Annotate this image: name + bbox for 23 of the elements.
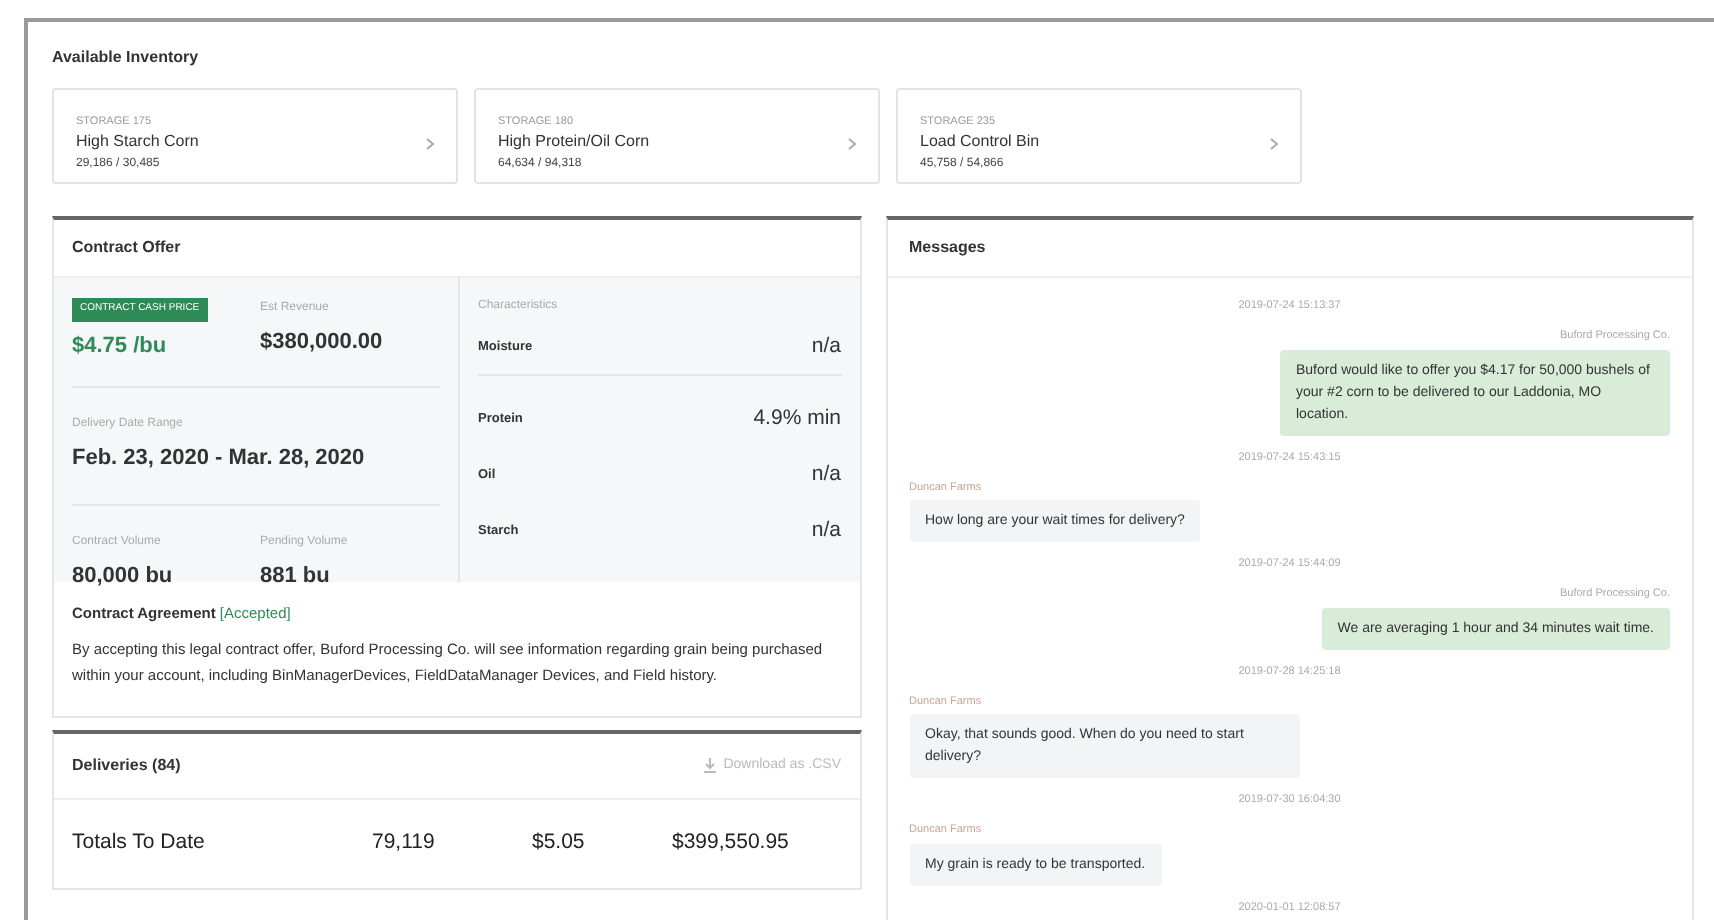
- chevron-right-icon: [848, 138, 856, 150]
- totals-value: $399,550.95: [672, 828, 791, 859]
- panel-title: Messages: [887, 220, 1692, 278]
- chevron-right-icon: [426, 138, 434, 150]
- field-value: Feb. 23, 2020 - Mar. 28, 2020: [72, 444, 367, 474]
- section-title: Available Inventory: [52, 46, 201, 70]
- totals-value: $5.05: [532, 828, 587, 859]
- characteristic-value: n/a: [811, 460, 841, 491]
- field-value: 80,000 bu: [72, 561, 175, 591]
- field-value: $380,000.00: [260, 328, 383, 358]
- characteristic-value: n/a: [811, 516, 841, 547]
- storage-name: Load Control Bin: [920, 130, 1040, 154]
- totals-label: Totals To Date: [72, 828, 207, 859]
- field-value: 881 bu: [260, 561, 332, 591]
- storage-name: High Protein/Oil Corn: [498, 130, 650, 154]
- chevron-right-icon: [1270, 138, 1278, 150]
- totals-value: 79,119: [372, 828, 437, 859]
- storage-name: High Starch Corn: [76, 130, 199, 154]
- download-icon: [701, 758, 718, 775]
- characteristic-value: n/a: [811, 331, 841, 362]
- characteristic-value: 4.9% min: [753, 404, 841, 435]
- price-value: $4.75 /bu: [72, 331, 169, 361]
- panel-title: Deliveries (84): [72, 754, 181, 779]
